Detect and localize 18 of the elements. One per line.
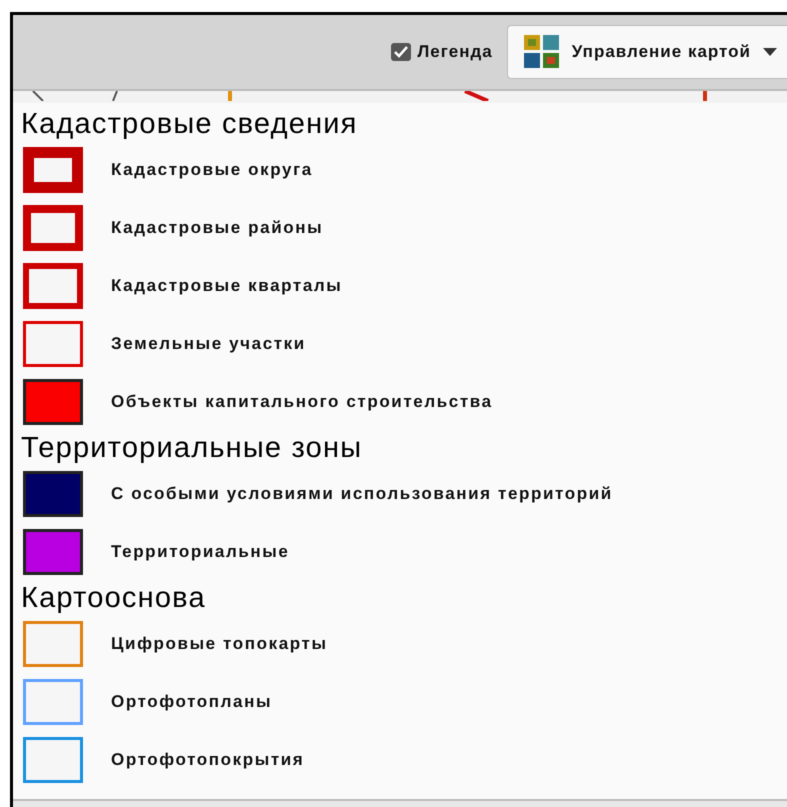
legend-checkbox[interactable]: Легенда <box>391 42 493 62</box>
legend-label: Ортофотопланы <box>111 692 272 712</box>
legend-label: Кадастровые районы <box>111 218 324 238</box>
section-heading: Территориальные зоны <box>21 431 364 465</box>
legend-label: Объекты капитального строительства <box>111 392 493 412</box>
check-icon <box>394 46 408 58</box>
legend-label: Территориальные <box>111 542 290 562</box>
section-heading: Картооснова <box>21 581 207 615</box>
map-control-button[interactable]: Управление картой <box>506 25 787 79</box>
legend-label: С особыми условиями использования территорий <box>111 484 613 504</box>
legend-label: Цифровые топокарты <box>111 634 328 654</box>
legend-label: Кадастровые кварталы <box>111 276 342 296</box>
caret-icon <box>763 48 777 56</box>
legend-label: Земельные участки <box>111 334 306 354</box>
layers-grid-icon <box>524 35 560 69</box>
legend-label: Кадастровые округа <box>111 160 313 180</box>
legend-label: Ортофотопокрытия <box>111 750 304 770</box>
section-heading: Кадастровые сведения <box>21 107 359 141</box>
